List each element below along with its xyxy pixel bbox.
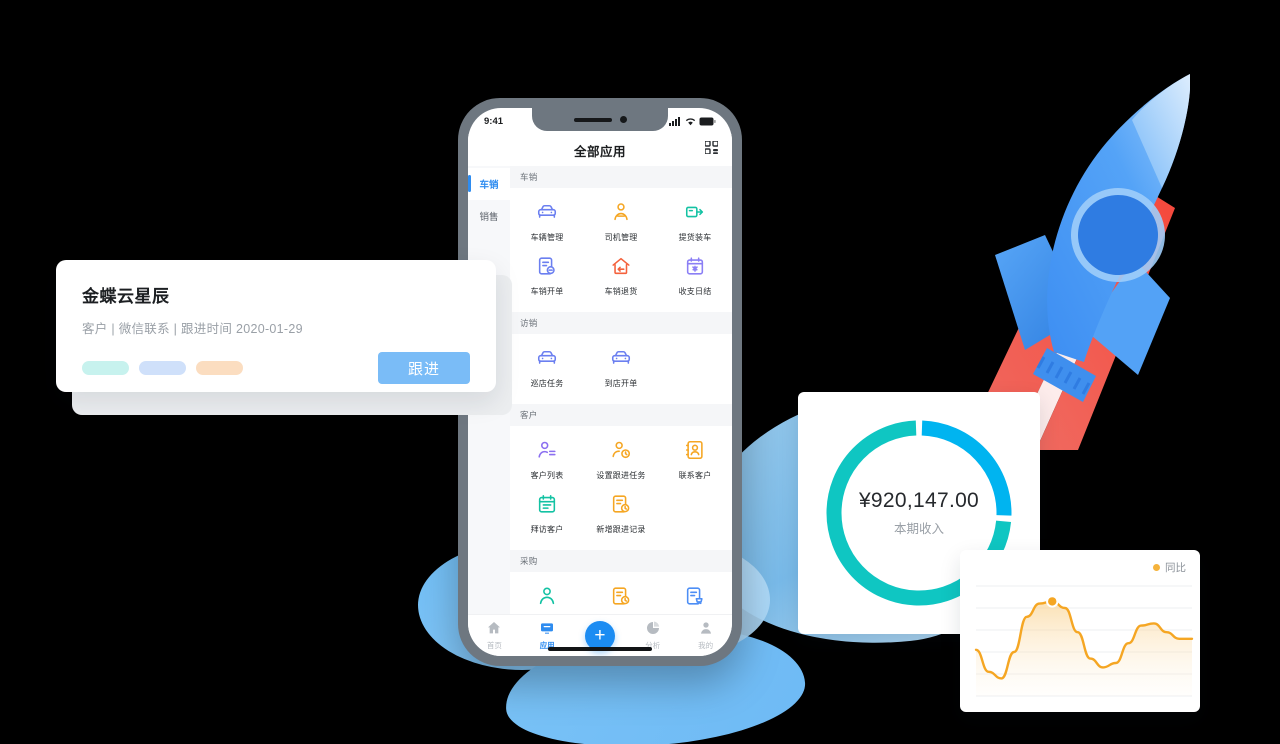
return-house-icon bbox=[610, 255, 632, 282]
app-tile[interactable]: 客户列表 bbox=[510, 433, 584, 487]
app-groups-scroll[interactable]: 车销 车辆管理 司机管理 提货装车 车销开单 车销退货 收支日结 访销 巡店任务 到店开单 客户 客户… bbox=[510, 166, 732, 614]
contact-tag bbox=[196, 361, 243, 375]
app-tile[interactable]: 司机管理 bbox=[584, 195, 658, 249]
car-icon bbox=[536, 347, 558, 374]
supplier-person-icon bbox=[536, 585, 558, 612]
app-tile-label: 客户列表 bbox=[530, 471, 564, 480]
customer-list-icon bbox=[536, 439, 558, 466]
driver-person-icon bbox=[610, 201, 632, 228]
purchase-request-icon bbox=[610, 585, 632, 612]
battery-icon bbox=[699, 117, 716, 125]
contact-card-icon bbox=[684, 439, 706, 466]
yoy-trend-card: 同比 bbox=[960, 550, 1200, 712]
contact-card[interactable]: 金蝶云星辰 客户 | 微信联系 | 跟进时间 2020-01-29 跟进 bbox=[56, 260, 496, 392]
app-tile[interactable]: 供应商 bbox=[510, 579, 584, 614]
page-title: 全部应用 bbox=[573, 144, 626, 159]
wifi-icon bbox=[685, 117, 696, 125]
follow-up-button[interactable]: 跟进 bbox=[378, 352, 470, 384]
tab-我的[interactable]: 我的 bbox=[679, 620, 732, 651]
app-grid: 车辆管理 司机管理 提货装车车销开单 车销退货 收支日结 bbox=[510, 188, 732, 312]
legend-dot-icon bbox=[1153, 564, 1160, 571]
app-tile-label: 新增跟进记录 bbox=[596, 525, 646, 534]
sidebar-item-label: 销售 bbox=[479, 212, 499, 223]
app-tile-label: 联系客户 bbox=[678, 471, 712, 480]
donut-center-label: ¥920,147.00 本期收入 bbox=[859, 489, 979, 537]
sidebar-item-label: 车销 bbox=[479, 180, 499, 191]
app-tile-label: 车销开单 bbox=[530, 287, 564, 296]
car-icon bbox=[536, 201, 558, 228]
follow-task-icon bbox=[610, 439, 632, 466]
loading-truck-icon bbox=[684, 201, 706, 228]
tab-add[interactable]: + bbox=[574, 620, 627, 651]
app-tile[interactable]: 提货装车 bbox=[658, 195, 732, 249]
apps-icon bbox=[539, 620, 555, 638]
app-tile-label: 司机管理 bbox=[604, 233, 638, 242]
group-header: 客户 bbox=[510, 404, 732, 426]
home-icon bbox=[486, 620, 502, 638]
purchase-order-icon bbox=[684, 585, 706, 612]
highlight-point bbox=[1046, 595, 1059, 608]
sidebar-item-1[interactable]: 销售 bbox=[468, 200, 510, 232]
app-tile-label: 车辆管理 bbox=[530, 233, 564, 242]
app-grid: 客户列表 设置跟进任务 联系客户拜访客户 新增跟进记录 bbox=[510, 426, 732, 550]
app-header: 全部应用 bbox=[468, 134, 732, 166]
tab-label: 首页 bbox=[486, 641, 502, 650]
cellular-bars-icon bbox=[669, 116, 680, 126]
rocket-illustration bbox=[840, 30, 1191, 450]
income-caption: 本期收入 bbox=[893, 522, 944, 536]
status-bar: 9:41 bbox=[468, 108, 732, 134]
illustration-stage: 9:41 全部应用 车销 销售 车销 车辆管理 司机管理 提货装车 车销开单 车… bbox=[0, 0, 1280, 744]
app-tile[interactable]: 车销退货 bbox=[584, 249, 658, 303]
app-tile[interactable]: 采购订单 bbox=[658, 579, 732, 614]
income-value: ¥920,147.00 bbox=[858, 489, 980, 512]
contact-tag bbox=[82, 361, 129, 375]
app-tile[interactable]: 联系客户 bbox=[658, 433, 732, 487]
contact-subtitle: 客户 | 微信联系 | 跟进时间 2020-01-29 bbox=[82, 322, 303, 336]
tab-首页[interactable]: 首页 bbox=[468, 620, 521, 651]
app-tile[interactable]: 车销开单 bbox=[510, 249, 584, 303]
tab-label: 我的 bbox=[698, 641, 714, 650]
contact-tag bbox=[139, 361, 186, 375]
add-record-icon bbox=[610, 493, 632, 520]
contact-title: 金蝶云星辰 bbox=[82, 287, 170, 306]
app-tile[interactable]: 新增跟进记录 bbox=[584, 487, 658, 541]
app-tile[interactable]: 巡店任务 bbox=[510, 341, 584, 395]
app-tile-label: 车销退货 bbox=[604, 287, 638, 296]
contact-card-footer: 跟进 bbox=[82, 352, 470, 384]
plus-icon[interactable]: + bbox=[584, 620, 615, 651]
grid-view-icon[interactable] bbox=[704, 140, 719, 159]
group-header: 采购 bbox=[510, 550, 732, 572]
app-tile-label: 收支日结 bbox=[678, 287, 712, 296]
group-header: 车销 bbox=[510, 166, 732, 188]
app-tile[interactable]: 采购申请 bbox=[584, 579, 658, 614]
app-tile[interactable]: 车辆管理 bbox=[510, 195, 584, 249]
billing-document-icon bbox=[536, 255, 558, 282]
app-tile[interactable]: 设置跟进任务 bbox=[584, 433, 658, 487]
bottom-tab-bar[interactable]: 首页 应用 + 分析 我的 bbox=[468, 614, 732, 656]
app-grid: 巡店任务 到店开单 bbox=[510, 334, 732, 404]
app-tile-label: 到店开单 bbox=[604, 379, 638, 388]
visit-calendar-icon bbox=[536, 493, 558, 520]
group-header: 访销 bbox=[510, 312, 732, 334]
app-tile-label: 提货装车 bbox=[678, 233, 712, 242]
app-tile-label: 巡店任务 bbox=[530, 379, 564, 388]
app-tile[interactable]: 拜访客户 bbox=[510, 487, 584, 541]
sidebar-item-0[interactable]: 车销 bbox=[468, 168, 510, 200]
home-indicator bbox=[548, 647, 652, 651]
app-tile[interactable]: 到店开单 bbox=[584, 341, 658, 395]
app-tile-label: 设置跟进任务 bbox=[596, 471, 646, 480]
app-grid: 供应商采购申请采购订单 bbox=[510, 572, 732, 614]
status-time: 9:41 bbox=[484, 115, 504, 127]
car-icon bbox=[610, 347, 632, 374]
app-tile[interactable]: 收支日结 bbox=[658, 249, 732, 303]
chart-legend: 同比 bbox=[1153, 560, 1186, 575]
app-tile-label: 拜访客户 bbox=[530, 525, 564, 534]
daily-settlement-icon bbox=[684, 255, 706, 282]
legend-label: 同比 bbox=[1165, 562, 1186, 574]
person-icon bbox=[698, 620, 714, 638]
pie-analytics-icon bbox=[645, 620, 661, 638]
